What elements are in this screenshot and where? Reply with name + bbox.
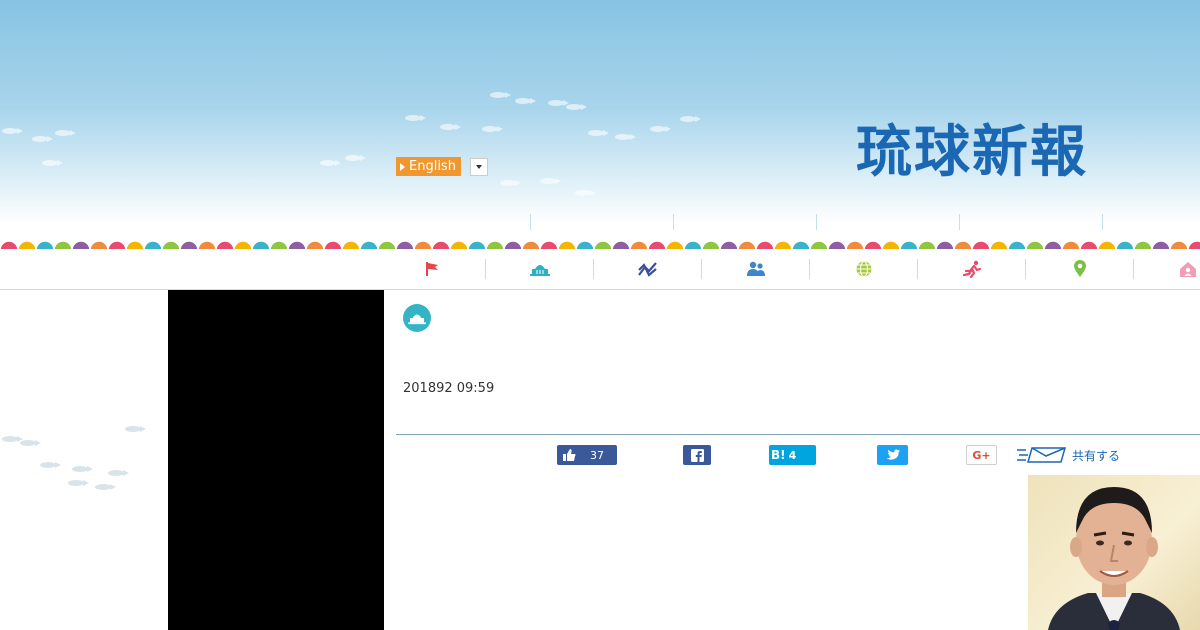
fish-decoration [55,130,76,136]
facebook-icon [690,448,704,462]
home-icon [1180,262,1196,277]
fish-decoration [405,115,426,121]
nav-item-government[interactable] [486,249,594,289]
category-badge[interactable] [403,304,431,332]
people-icon [747,261,765,276]
english-label: English [409,159,456,174]
divider [396,434,1200,435]
fish-decoration [125,426,146,432]
article-photo [1028,475,1200,630]
twitter-share-button[interactable] [877,445,908,465]
fish-decoration [2,436,23,442]
category-nav [0,249,1200,290]
twitter-icon [886,449,900,460]
like-count: 37 [590,448,604,462]
mail-icon [1017,447,1066,463]
article-date: 201892 09:59 [403,381,495,396]
fish-decoration [490,92,511,98]
site-header: English 琉球新報 [0,0,1200,243]
thumbs-up-icon [563,449,576,461]
fish-decoration [68,480,89,486]
english-button[interactable]: English [396,157,461,176]
header-subnav [530,214,1200,230]
fish-decoration [95,484,116,490]
facebook-like-button[interactable]: 37 [557,445,617,465]
fish-decoration [500,180,521,186]
language-switcher: English [396,157,488,176]
fish-decoration [72,466,93,472]
fish-decoration [588,130,609,136]
fish-decoration [42,160,63,166]
nav-item-life[interactable] [1134,249,1200,289]
play-arrow-icon [400,162,405,171]
media-placeholder [168,290,384,630]
language-dropdown-button[interactable] [469,157,488,176]
fish-decoration [32,136,53,142]
subnav-item[interactable] [530,214,673,230]
government-building-icon [530,265,550,276]
hatena-count: 4 [788,448,797,462]
fish-decoration [440,124,461,130]
subnav-item[interactable] [959,214,1102,230]
fish-decoration [20,440,41,446]
portrait-image [1048,487,1180,630]
subnav-item[interactable] [816,214,959,230]
nav-item-sports[interactable] [918,249,1026,289]
nav-item-local[interactable] [1026,249,1134,289]
fish-decoration [482,126,503,132]
flag-icon [426,262,438,276]
fish-decoration [40,462,61,468]
left-decoration-pane [0,290,168,630]
nav-item-economy[interactable] [594,249,702,289]
facebook-share-button[interactable] [683,445,711,465]
nav-item-society[interactable] [702,249,810,289]
subnav-item[interactable] [673,214,816,230]
site-logo[interactable]: 琉球新報 [856,120,1088,184]
fish-decoration [320,160,341,166]
economy-chart-icon [638,262,657,277]
government-building-icon [408,314,426,325]
share-by-email-button[interactable]: 共有する [1016,445,1122,465]
hatena-bookmark-button[interactable]: B! 4 [769,445,816,465]
chevron-down-icon [475,164,482,169]
nav-item-world[interactable] [810,249,918,289]
share-label: 共有する [1072,448,1121,463]
globe-icon [856,261,872,277]
google-plus-button[interactable]: G+ [966,445,997,465]
hatena-logo: B! [771,448,786,462]
fish-decoration [548,100,569,106]
fish-decoration [615,134,636,140]
fish-decoration [540,178,561,184]
wave-pattern-border [0,241,1200,249]
fish-decoration [108,470,129,476]
subnav-item[interactable] [1102,214,1200,230]
fish-decoration [575,190,596,196]
location-pin-icon [1074,260,1086,277]
google-plus-label: G+ [972,448,991,462]
runner-icon [962,260,982,278]
fish-decoration [650,126,671,132]
nav-item-flag[interactable] [378,249,486,289]
fish-decoration [680,116,701,122]
fish-decoration [515,98,536,104]
fish-decoration [345,155,366,161]
fish-decoration [2,128,23,134]
fish-decoration [566,104,587,110]
